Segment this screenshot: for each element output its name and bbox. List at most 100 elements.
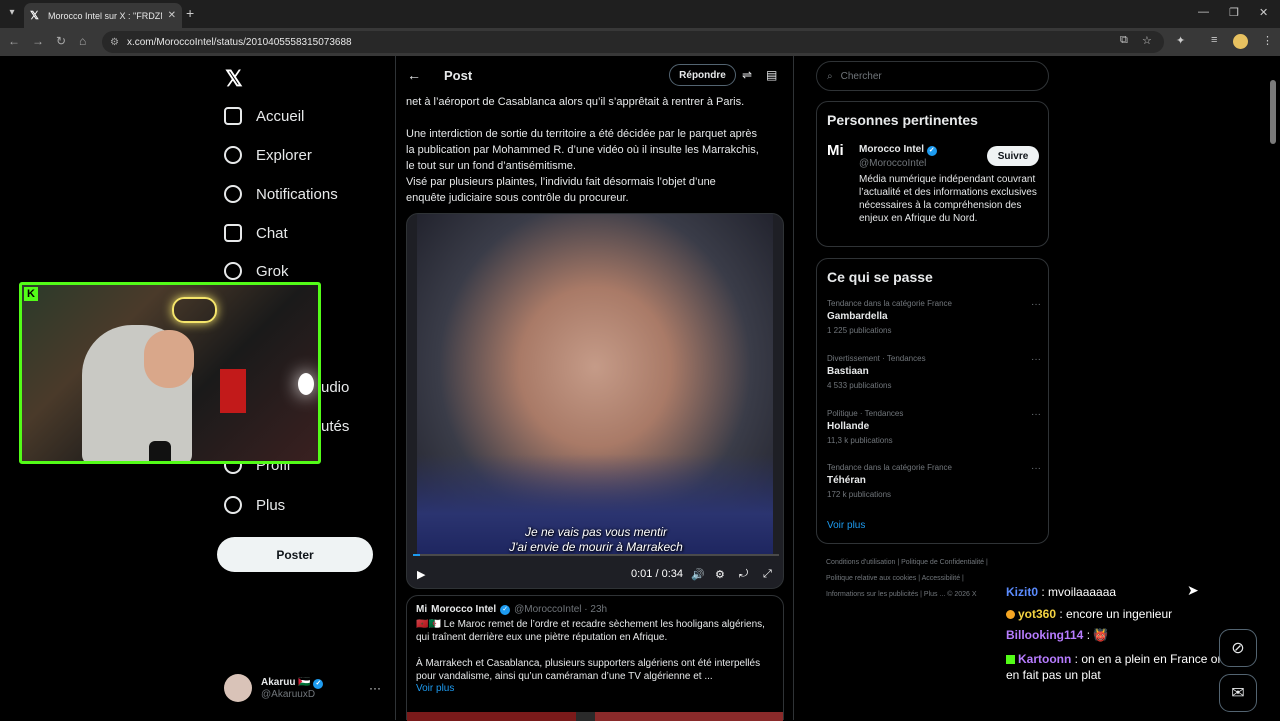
trend-topic: Bastiaan — [827, 366, 869, 377]
chat-message: Billooking114 : 👹 — [1006, 628, 1109, 642]
close-window-button[interactable]: ✕ — [1259, 6, 1268, 19]
back-arrow-icon[interactable]: ← — [407, 67, 421, 83]
reader-view-icon[interactable]: ▤ — [766, 68, 777, 82]
browser-tab-bar: ▾ 𝕏 Morocco Intel sur X : "FRDZMA| ... ✕… — [0, 0, 1280, 28]
messages-fab-icon[interactable]: ✉ — [1219, 674, 1257, 712]
quoted-post[interactable]: Mi Morocco Intel ✓ @MoroccoIntel · 23h 🇲… — [406, 595, 784, 721]
cast-icon[interactable]: ⧉ — [1120, 34, 1128, 47]
trend-more-icon[interactable]: ··· — [1031, 463, 1041, 474]
relevant-account-name: Morocco Intel ✓ — [859, 144, 937, 156]
nav-item-home[interactable]: Accueil — [224, 107, 304, 125]
neon-sign — [172, 297, 217, 323]
video-settings-icon[interactable]: ⚙ — [715, 568, 725, 581]
quote-text-line: qui traînent derrière eux une piètre rép… — [416, 632, 668, 643]
home-browser-icon[interactable]: ⌂ — [79, 34, 86, 48]
reload-icon[interactable]: ↻ — [56, 34, 66, 48]
tab-search-chevron-icon[interactable]: ▾ — [4, 5, 20, 21]
nav-item-chat[interactable]: Chat — [224, 224, 288, 242]
url-text: x.com/MoroccoIntel/status/20104055583150… — [126, 36, 352, 48]
chat-badge-icon — [1006, 655, 1015, 665]
video-time: 0:01 / 0:34 — [631, 568, 683, 580]
trend-item[interactable]: Tendance dans la catégorie France Gambar… — [827, 299, 1041, 335]
grok-icon — [224, 262, 242, 280]
nav-item-explore[interactable]: Explorer — [224, 146, 312, 164]
url-field[interactable]: ⚙ x.com/MoroccoIntel/status/201040555831… — [102, 31, 1164, 53]
nav-item-partial-communities[interactable]: utés — [321, 418, 349, 435]
tab-close-icon[interactable]: ✕ — [168, 10, 176, 21]
search-icon — [224, 146, 242, 164]
lamp — [298, 373, 314, 395]
microphone — [149, 441, 171, 461]
maximize-button[interactable]: ❐ — [1229, 6, 1239, 19]
trend-item[interactable]: Divertissement · Tendances Bastiaan 4 53… — [827, 354, 1041, 390]
post-text-line: Visé par plusieurs plaintes, l’individu … — [406, 176, 716, 188]
trends-card: Ce qui se passe Tendance dans la catégor… — [816, 258, 1049, 544]
search-placeholder: Chercher — [840, 70, 882, 82]
search-icon: ⌕ — [827, 70, 833, 82]
relevant-people-card: Personnes pertinentes Mi Morocco Intel ✓… — [816, 101, 1049, 247]
bookmark-star-icon[interactable]: ☆ — [1142, 34, 1152, 47]
account-more-icon[interactable]: ··· — [369, 681, 381, 695]
avatar — [224, 674, 252, 702]
x-logo-icon[interactable]: 𝕏 — [225, 66, 243, 92]
column-divider — [395, 56, 396, 720]
scrollbar[interactable] — [1270, 80, 1276, 144]
nav-item-notifications[interactable]: Notifications — [224, 185, 338, 203]
reply-button[interactable]: Répondre — [669, 64, 736, 86]
quote-text-line: À Marrakech et Casablanca, plusieurs sup… — [416, 658, 761, 669]
quote-header: Mi Morocco Intel ✓ @MoroccoIntel · 23h — [416, 604, 774, 615]
site-info-icon[interactable]: ⚙ — [110, 37, 119, 48]
fullscreen-icon[interactable]: ⤢ — [763, 568, 772, 581]
footer-links-line[interactable]: Conditions d'utilisation | Politique de … — [826, 555, 1026, 571]
post-text-line: le tout sur un fond d’antisémitisme. — [406, 160, 576, 172]
post-text-line: enquête judiciaire sous contrôle du proc… — [406, 192, 629, 204]
trend-more-icon[interactable]: ··· — [1031, 409, 1041, 420]
browser-tab[interactable]: 𝕏 Morocco Intel sur X : "FRDZMA| ... ✕ — [24, 3, 182, 28]
show-more-trends-link[interactable]: Voir plus — [827, 520, 865, 531]
search-input[interactable]: ⌕ Chercher — [816, 61, 1049, 91]
mouse-cursor-icon: ➤ — [1187, 582, 1199, 598]
minimize-button[interactable]: — — [1198, 6, 1209, 18]
chat-message: Kizit0 : mvoilaaaaaa — [1006, 585, 1117, 599]
x-favicon-icon: 𝕏 — [30, 9, 39, 22]
bell-icon — [224, 185, 242, 203]
trend-item[interactable]: Politique · Tendances Hollande 11,3 k pu… — [827, 409, 1041, 445]
profile-avatar-icon[interactable] — [1233, 34, 1248, 49]
trend-more-icon[interactable]: ··· — [1031, 299, 1041, 310]
nav-item-partial-audio[interactable]: udio — [321, 379, 349, 396]
grok-fab-icon[interactable]: ⊘ — [1219, 629, 1257, 667]
nav-label: utés — [321, 418, 350, 435]
picture-in-picture-icon[interactable]: ⤾ — [739, 568, 748, 581]
footer-links-line[interactable]: Politique relative aux cookies | Accessi… — [826, 571, 1026, 587]
video-progress-bar[interactable] — [413, 554, 779, 556]
chat-text: mvoilaaaaaa — [1048, 585, 1117, 599]
volume-icon[interactable]: 🔊 — [691, 568, 705, 581]
home-icon — [224, 107, 242, 125]
media-control-icon[interactable]: ≡ — [1211, 34, 1217, 46]
column-divider — [793, 56, 794, 720]
post-button[interactable]: Poster — [217, 537, 373, 572]
video-player[interactable]: Je ne vais pas vous mentir J'ai envie de… — [406, 213, 784, 589]
chat-username: Billooking114 — [1006, 628, 1084, 642]
trend-item[interactable]: Tendance dans la catégorie France Téhéra… — [827, 463, 1041, 499]
new-tab-button[interactable]: + — [186, 5, 194, 21]
account-switcher[interactable]: Akaruu 🇵🇸 ✓ @AkaruuxD — [224, 674, 324, 702]
show-more-link[interactable]: Voir plus — [416, 683, 774, 694]
chat-badge-icon — [1006, 610, 1015, 620]
footer-links-line[interactable]: Informations sur les publicités | Plus .… — [826, 587, 1026, 603]
back-icon[interactable]: ← — [8, 34, 20, 48]
trend-more-icon[interactable]: ··· — [1031, 354, 1041, 365]
forward-icon[interactable]: → — [32, 34, 44, 48]
streamer-face — [144, 330, 194, 388]
play-icon[interactable]: ▶ — [417, 568, 425, 581]
nav-item-grok[interactable]: Grok — [224, 262, 289, 280]
follow-button[interactable]: Suivre — [987, 146, 1039, 166]
nav-item-more[interactable]: Plus — [224, 496, 285, 514]
quote-author-name: Morocco Intel — [431, 604, 497, 615]
settings-sliders-icon[interactable]: ⇌ — [742, 68, 752, 82]
trend-count: 172 k publications — [827, 490, 892, 499]
streamer-webcam-overlay: K — [19, 282, 321, 464]
browser-menu-icon[interactable]: ⋮ — [1262, 34, 1273, 47]
chat-message-continued: en fait pas un plat — [1006, 668, 1101, 682]
extensions-icon[interactable]: ✦ — [1176, 34, 1185, 47]
